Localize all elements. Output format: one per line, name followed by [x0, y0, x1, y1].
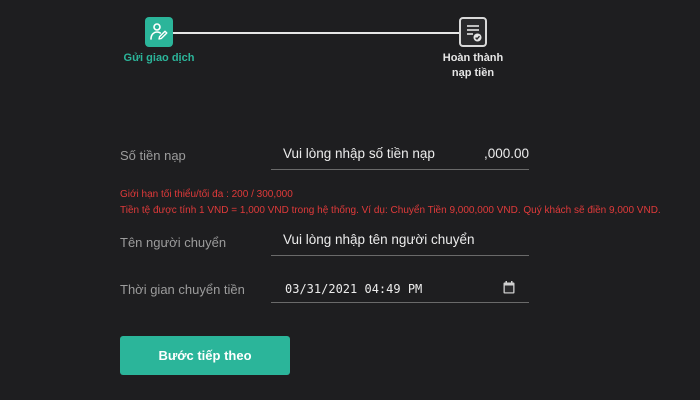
amount-label: Số tiền nạp	[120, 148, 186, 163]
user-edit-icon	[145, 17, 173, 47]
transfer-time-label: Thời gian chuyển tiền	[120, 282, 245, 297]
sender-placeholder: Vui lòng nhập tên người chuyển	[283, 232, 475, 247]
progress-stepper: Gửi giao dịch Hoàn thành nạp tiền	[0, 0, 700, 90]
transfer-time-value: 03/31/2021 04:49 PM	[285, 282, 423, 296]
amount-suffix: ,000.00	[483, 146, 529, 161]
transfer-time-input[interactable]: 03/31/2021 04:49 PM	[271, 273, 529, 303]
calendar-icon[interactable]	[503, 281, 515, 294]
step-label-line2: nạp tiền	[451, 67, 495, 79]
step-label-complete-deposit: Hoàn thành nạp tiền	[430, 51, 516, 81]
limit-hint: Giới hạn tối thiểu/tối đa : 200 / 300,00…	[120, 189, 293, 200]
next-step-button[interactable]: Bước tiếp theo	[120, 336, 290, 375]
deposit-page: Gửi giao dịch Hoàn thành nạp tiền Số tiề…	[0, 0, 700, 400]
stepper-connector	[172, 32, 460, 34]
sender-name-input[interactable]: Vui lòng nhập tên người chuyển	[271, 226, 529, 256]
amount-input[interactable]: Vui lòng nhập số tiền nạp ,000.00	[271, 140, 529, 170]
conversion-hint: Tiền tệ được tính 1 VND = 1,000 VND tron…	[120, 205, 661, 216]
step-label-line1: Hoàn thành	[442, 52, 504, 64]
document-check-icon	[459, 17, 487, 47]
sender-label: Tên người chuyển	[120, 235, 227, 250]
step-label-send-transaction: Gửi giao dịch	[123, 52, 195, 64]
amount-placeholder: Vui lòng nhập số tiền nạp	[283, 146, 435, 161]
